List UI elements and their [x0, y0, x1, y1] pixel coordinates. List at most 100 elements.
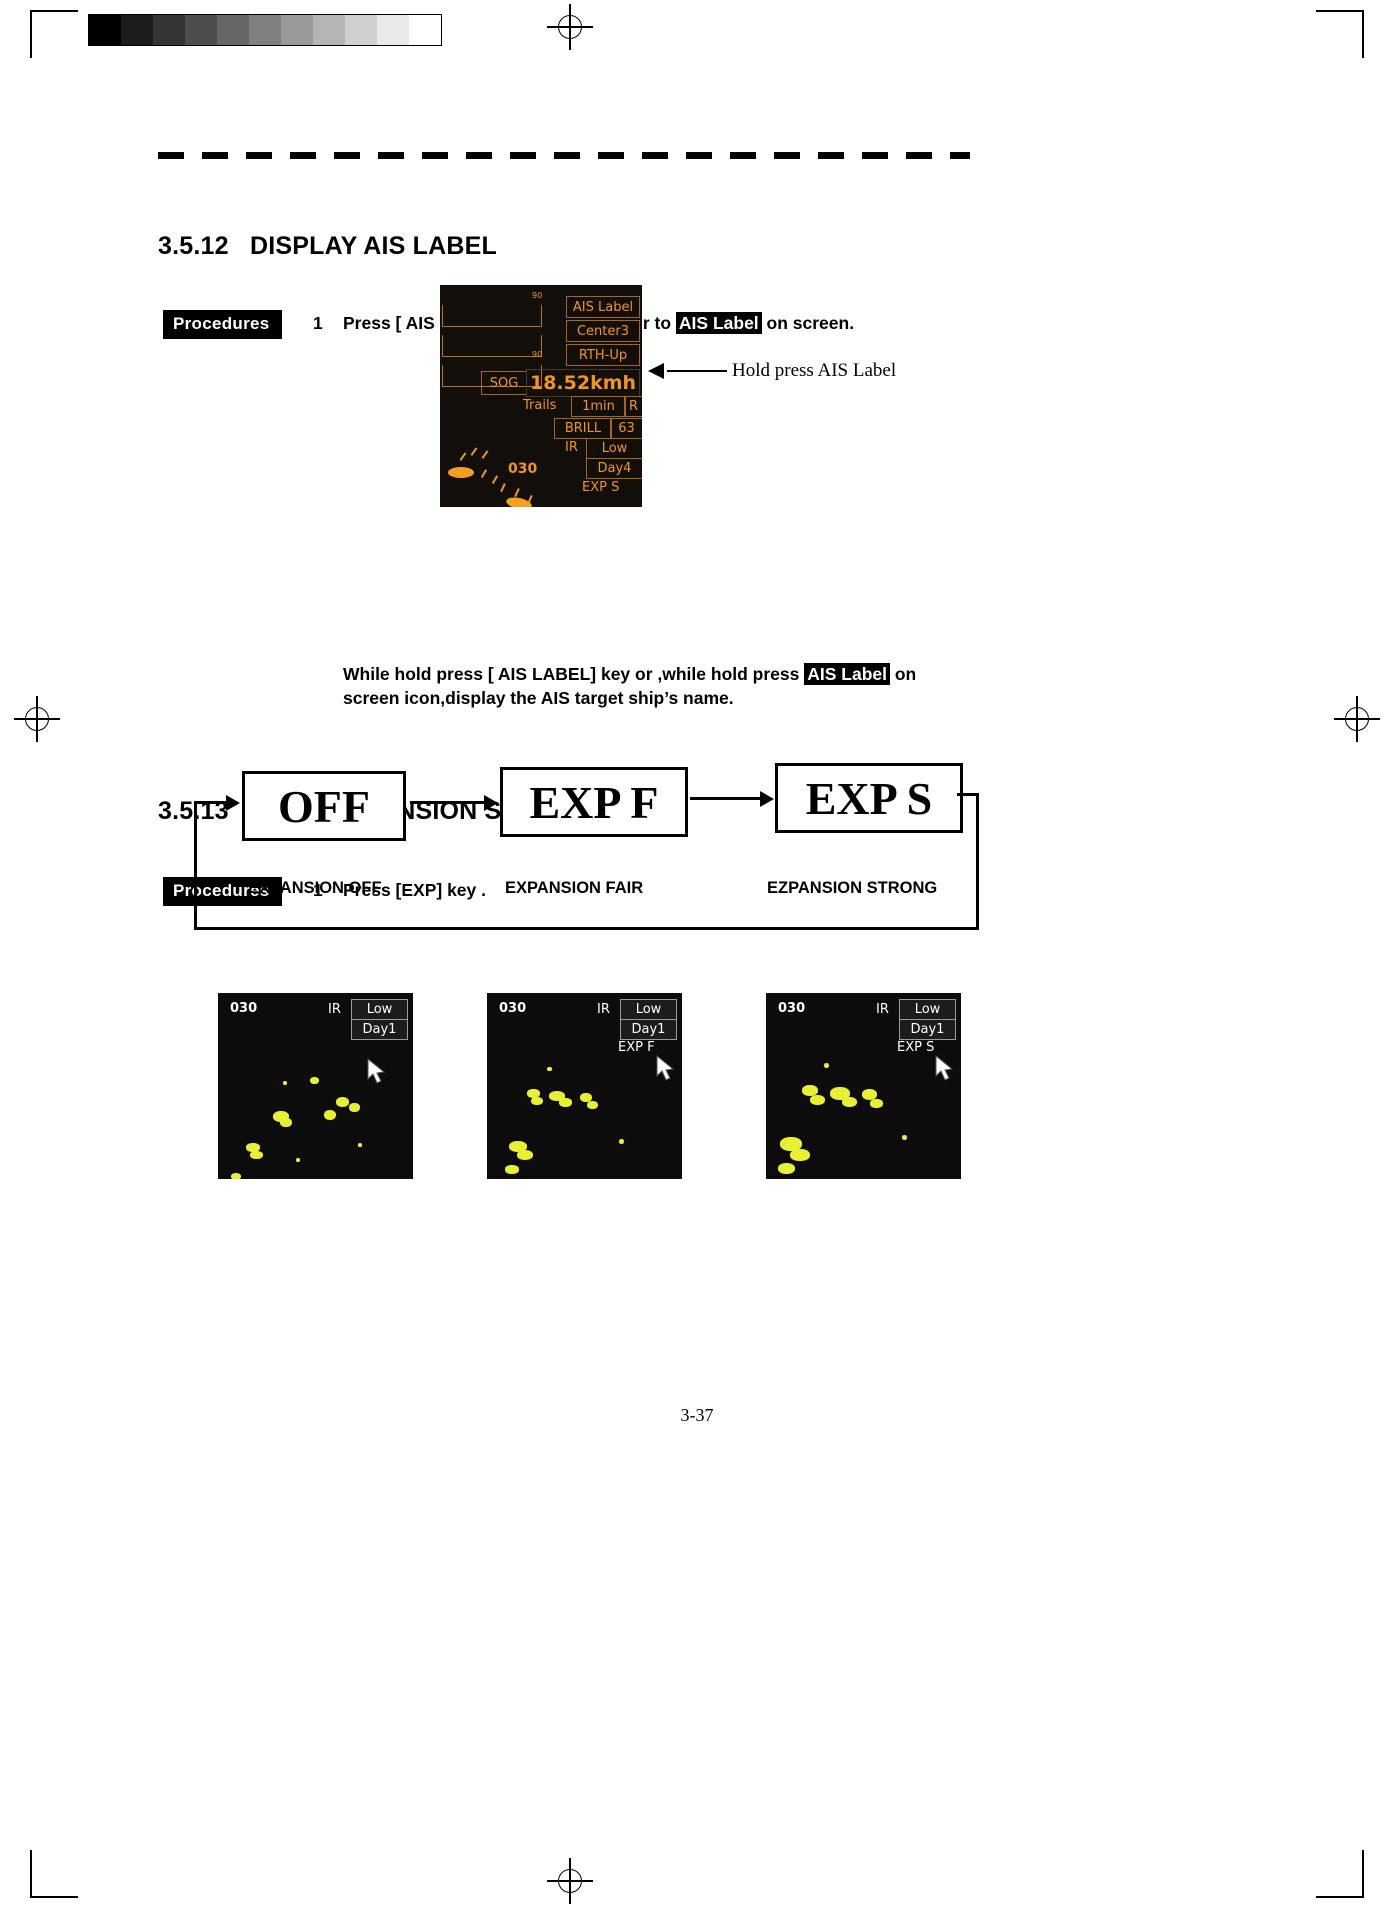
day-value[interactable]: Day4 — [586, 458, 642, 479]
echo-day-value[interactable]: Day1 — [899, 1019, 956, 1040]
section-title: DISPLAY AIS LABEL — [250, 232, 497, 260]
section-heading-3-5-12: 3.5.12 DISPLAY AIS LABEL — [158, 232, 497, 261]
greyscale-step-7 — [313, 15, 345, 45]
brill-tag: BRILL — [554, 418, 612, 439]
echo-ir-value[interactable]: Low — [351, 999, 408, 1020]
echo-target-blob — [870, 1099, 883, 1108]
section-divider-rule — [158, 152, 970, 159]
note-paragraph-3-5-12: While hold press [ AIS LABEL] key or ,wh… — [343, 662, 963, 710]
echo-target-blob — [824, 1063, 829, 1068]
step-text-post: on screen. — [761, 313, 855, 333]
echo-sample-off: 030 IR Low Day1 — [218, 993, 413, 1179]
flow-box-exp-s: EXP S — [775, 763, 963, 833]
echo-target-blob — [250, 1151, 263, 1159]
scale-top-label: 90 — [532, 291, 543, 300]
echo-day-value[interactable]: Day1 — [620, 1019, 677, 1040]
echo-target-blob — [810, 1095, 825, 1105]
ir-tag: IR — [565, 440, 578, 455]
heading-mode-button[interactable]: RTH-Up — [566, 344, 640, 366]
expansion-state-flow-diagram: OFF EXP F EXP S EXPANSION OFF EXPANSION … — [190, 755, 980, 930]
echo-target-blob — [280, 1118, 292, 1127]
callout-text: Hold press AIS Label — [732, 360, 897, 381]
flow-caption-exp-f: EXPANSION FAIR — [505, 879, 644, 897]
echo-target-blob — [358, 1143, 362, 1147]
greyscale-step-5 — [249, 15, 281, 45]
trails-mode[interactable]: R — [624, 396, 642, 417]
callout-arrowhead-icon — [648, 363, 664, 379]
callout-leader-line — [667, 370, 727, 373]
echo-target-blob — [790, 1149, 810, 1161]
echo-day-value[interactable]: Day1 — [351, 1019, 408, 1040]
greyscale-step-9 — [377, 15, 409, 45]
procedures-tag-1: Procedures — [163, 310, 282, 339]
note-line1-post: on — [889, 664, 917, 684]
flow-caption-exp-s: EZPANSION STRONG — [767, 879, 938, 897]
echo-sample-exp-s: 030 IR Low Day1 EXP S — [766, 993, 961, 1179]
registration-mark-top — [547, 4, 593, 50]
crop-mark-bottom-right — [1316, 1850, 1364, 1898]
echo-ir-tag: IR — [876, 1002, 889, 1017]
flow-arrow-2-icon — [760, 790, 774, 807]
echo-target-blob — [531, 1097, 543, 1105]
page-folio: 3-37 — [680, 1405, 714, 1425]
note-ais-label-highlight: AIS Label — [804, 663, 890, 685]
echo-exp-value: EXP S — [897, 1040, 935, 1055]
echo-target-blob — [778, 1163, 795, 1174]
flow-box-exp-f: EXP F — [500, 767, 688, 837]
echo-exp-value: EXP F — [618, 1040, 655, 1055]
echo-bearing-label: 030 — [230, 1001, 258, 1016]
greyscale-step-6 — [281, 15, 313, 45]
echo-ir-value[interactable]: Low — [899, 999, 956, 1020]
mouse-cursor-icon — [366, 1057, 388, 1091]
ais-label-highlight: AIS Label — [675, 312, 762, 334]
echo-sample-exp-f: 030 IR Low Day1 EXP F — [487, 993, 682, 1179]
flow-arrow-loop-icon — [226, 794, 240, 811]
exp-value: EXP S — [582, 480, 620, 495]
greyscale-calibration-bar — [88, 14, 442, 46]
crop-mark-top-left — [30, 10, 78, 58]
greyscale-step-8 — [345, 15, 377, 45]
note-line2: screen icon,display the AIS target ship’… — [343, 688, 734, 708]
echo-target-blob — [283, 1081, 287, 1085]
echo-target-blob — [902, 1135, 907, 1140]
registration-mark-left — [14, 696, 60, 742]
crop-mark-bottom-left — [30, 1850, 78, 1898]
echo-target-blob — [310, 1077, 319, 1084]
echo-ir-tag: IR — [597, 1002, 610, 1017]
flow-caption-off: EXPANSION OFF — [248, 879, 382, 897]
echo-target-blob — [559, 1098, 572, 1107]
echo-target-blob — [349, 1103, 360, 1112]
mouse-cursor-icon — [934, 1054, 956, 1088]
echo-target-blob — [296, 1158, 300, 1162]
echo-target-blob — [505, 1165, 519, 1174]
echo-ir-value[interactable]: Low — [620, 999, 677, 1020]
greyscale-step-4 — [217, 15, 249, 45]
registration-mark-bottom — [547, 1858, 593, 1904]
echo-bearing-label: 030 — [499, 1001, 527, 1016]
greyscale-step-2 — [153, 15, 185, 45]
brill-value[interactable]: 63 — [610, 418, 642, 439]
trails-value[interactable]: 1min — [571, 396, 626, 417]
trails-tag: Trails — [523, 398, 557, 413]
echo-ir-tag: IR — [328, 1002, 341, 1017]
sog-value: 18.52kmh — [526, 369, 640, 397]
registration-mark-right — [1334, 696, 1380, 742]
mouse-cursor-icon — [655, 1054, 677, 1088]
center-button[interactable]: Center3 — [566, 320, 640, 342]
greyscale-step-0 — [89, 15, 121, 45]
echo-target-blob — [587, 1101, 598, 1109]
note-line1-pre: While hold press [ AIS LABEL] key or ,wh… — [343, 664, 805, 684]
manual-page: 3.5.12 DISPLAY AIS LABEL Procedures 1 Pres… — [0, 0, 1394, 1908]
section-number: 3.5.12 — [158, 232, 229, 260]
echo-target-blob — [231, 1173, 241, 1179]
greyscale-step-10 — [409, 15, 441, 45]
greyscale-step-1 — [121, 15, 153, 45]
ir-value[interactable]: Low — [586, 438, 642, 459]
step-number: 1 — [313, 313, 323, 333]
ais-label-button[interactable]: AIS Label — [566, 296, 640, 318]
bearing-label: 030 — [508, 461, 538, 477]
echo-target-blob — [547, 1067, 552, 1071]
sog-tag: SOG — [481, 371, 527, 395]
echo-target-blob — [619, 1139, 624, 1144]
crop-mark-top-right — [1316, 10, 1364, 58]
